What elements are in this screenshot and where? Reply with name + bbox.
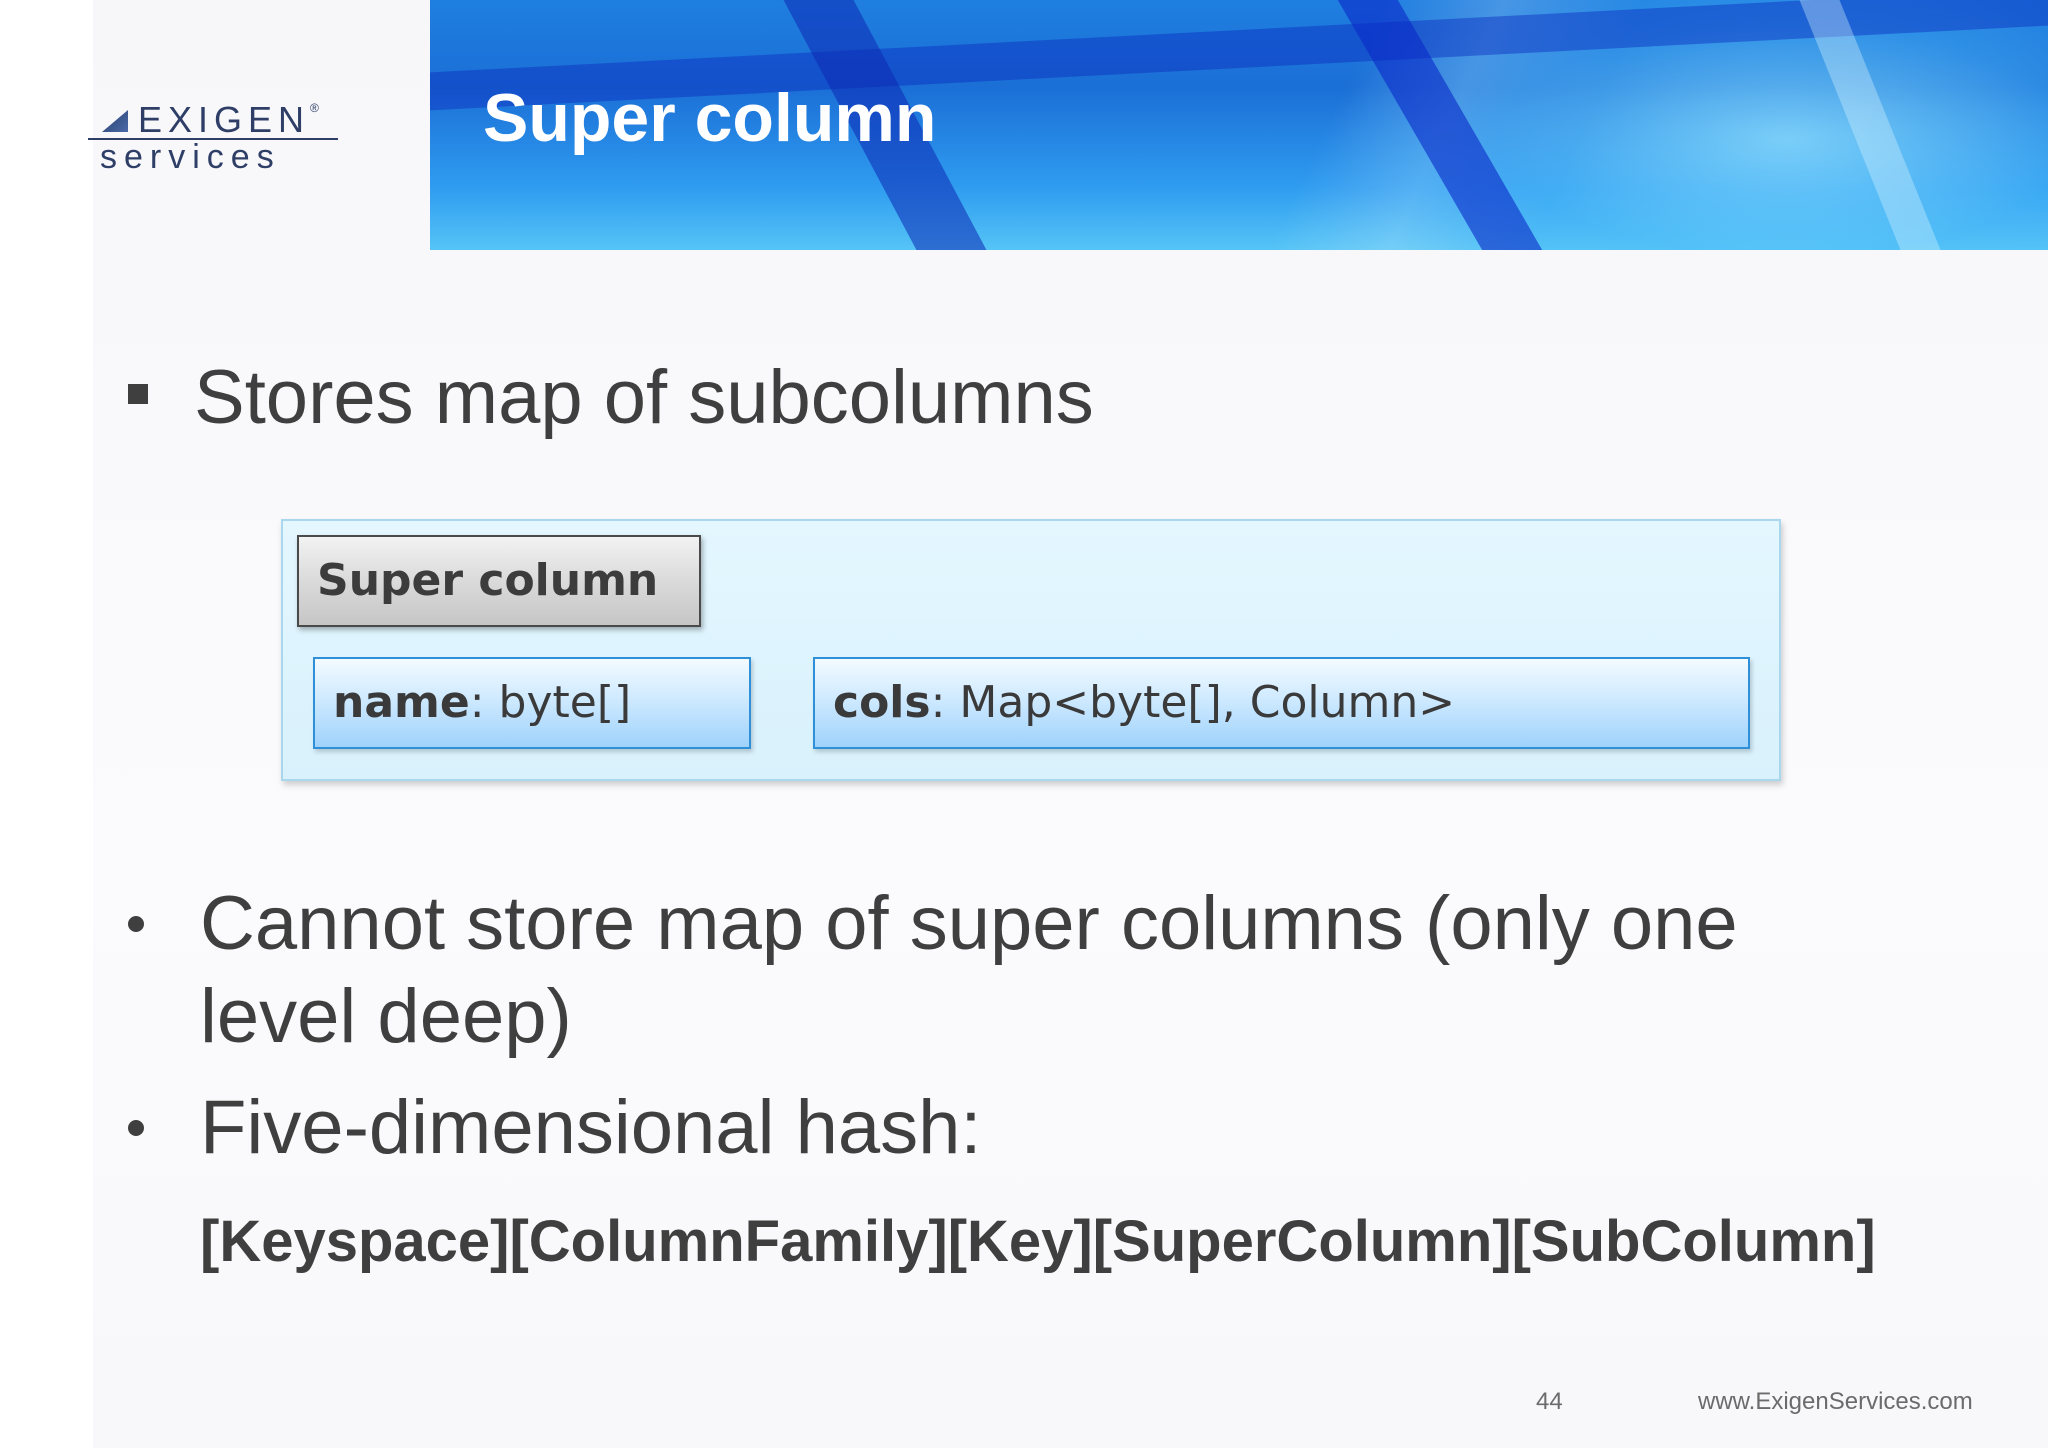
exigen-logo: EXIGEN® services [88,100,348,180]
slide-title: Super column [483,80,937,156]
slide-left-margin [0,0,93,1448]
field-type: Map<byte[], Column> [959,677,1456,728]
bullet-item: Cannot store map of super columns (only … [200,881,1738,1059]
round-bullet-icon [128,1120,144,1136]
bullet-item: Stores map of subcolumns [194,355,1094,440]
diagram-header: Super column [297,535,701,627]
logo-wordmark-top: EXIGEN® [138,99,319,140]
diagram-field-cols: cols: Map<byte[], Column> [813,657,1750,749]
logo-wordmark-bottom: services [100,138,281,176]
round-bullet-icon [128,916,144,932]
diagram-field-name: name: byte[] [313,657,751,749]
bullet-item: Five-dimensional hash: [200,1085,982,1170]
page-number: 44 [1536,1388,1563,1415]
hash-expression: [Keyspace][ColumnFamily][Key][SuperColum… [200,1209,1876,1274]
square-bullet-icon [128,384,148,404]
field-separator: : [930,677,960,728]
field-key: name [333,677,470,728]
field-key: cols [833,677,931,728]
footer-url: www.ExigenServices.com [1698,1388,1973,1415]
field-type: byte[] [498,677,632,728]
exigen-logo-icon [102,110,128,132]
field-separator: : [469,677,499,728]
